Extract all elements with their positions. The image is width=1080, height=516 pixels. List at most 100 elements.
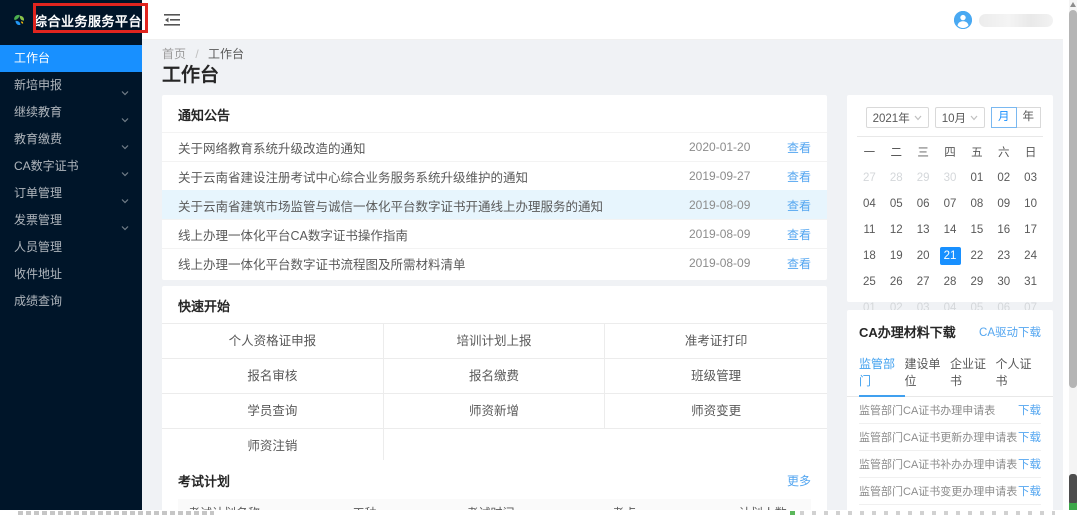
ca-tab-0[interactable]: 监管部门 <box>859 351 905 396</box>
calendar-day-number: 10 <box>1020 195 1041 213</box>
sidebar-item-5[interactable]: 订单管理 <box>0 180 142 207</box>
notice-view-link[interactable]: 查看 <box>781 139 811 156</box>
calendar-day[interactable]: 04 <box>856 191 883 217</box>
scrollbar-thumb[interactable] <box>1069 10 1077 388</box>
sidebar-item-1[interactable]: 新培申报 <box>0 72 142 99</box>
calendar-mode-toggle: 月 年 <box>991 107 1041 128</box>
calendar-day-selected[interactable]: 21 <box>937 243 964 269</box>
notice-view-link[interactable]: 查看 <box>781 197 811 214</box>
calendar-day[interactable]: 28 <box>883 165 910 191</box>
illegible-text-smudge <box>18 511 214 515</box>
quick-start-item[interactable]: 报名缴费 <box>384 359 606 394</box>
menu-fold-icon[interactable] <box>164 13 180 27</box>
quick-start-item[interactable]: 个人资格证申报 <box>162 324 384 359</box>
calendar-day[interactable]: 30 <box>937 165 964 191</box>
calendar-day[interactable]: 29 <box>910 165 937 191</box>
calendar-day-number: 17 <box>1020 221 1041 239</box>
calendar-day-number: 20 <box>913 247 934 265</box>
calendar-day[interactable]: 11 <box>856 217 883 243</box>
calendar-day-number: 29 <box>966 273 987 291</box>
ca-download-link[interactable]: 下载 <box>1018 483 1041 499</box>
sidebar-item-label: 收件地址 <box>14 261 130 288</box>
calendar-day[interactable]: 26 <box>883 269 910 295</box>
calendar-day[interactable]: 29 <box>963 269 990 295</box>
sidebar-item-3[interactable]: 教育缴费 <box>0 126 142 153</box>
calendar-day[interactable]: 19 <box>883 243 910 269</box>
sidebar-item-6[interactable]: 发票管理 <box>0 207 142 234</box>
ca-tab-1[interactable]: 建设单位 <box>905 351 951 396</box>
quick-start-item[interactable]: 师资新增 <box>384 394 606 429</box>
calendar-day[interactable]: 12 <box>883 217 910 243</box>
calendar-day[interactable]: 20 <box>910 243 937 269</box>
calendar-day[interactable]: 07 <box>937 191 964 217</box>
calendar-day[interactable]: 10 <box>1017 191 1044 217</box>
scrollbar[interactable] <box>1069 0 1077 516</box>
calendar-mode-month-button[interactable]: 月 <box>991 107 1017 128</box>
calendar-day[interactable]: 01 <box>963 165 990 191</box>
calendar-day[interactable]: 24 <box>1017 243 1044 269</box>
calendar-day[interactable]: 28 <box>937 269 964 295</box>
calendar-day[interactable]: 23 <box>990 243 1017 269</box>
ca-tabs: 监管部门建设单位企业证书个人证书 <box>847 351 1053 397</box>
logo-icon <box>12 10 26 30</box>
notice-title: 线上办理一体化平台数字证书流程图及所需材料清单 <box>178 254 689 273</box>
ca-download-link[interactable]: 下载 <box>1018 456 1041 472</box>
calendar-day[interactable]: 27 <box>856 165 883 191</box>
ca-driver-download-link[interactable]: CA驱动下载 <box>979 324 1041 340</box>
calendar-day-number: 27 <box>859 169 880 187</box>
quick-start-item[interactable]: 师资变更 <box>605 394 827 429</box>
ca-tab-3[interactable]: 个人证书 <box>996 351 1042 396</box>
calendar-day[interactable]: 09 <box>990 191 1017 217</box>
calendar-day[interactable]: 17 <box>1017 217 1044 243</box>
quick-start-item[interactable]: 师资注销 <box>162 429 384 464</box>
sidebar-item-7[interactable]: 人员管理 <box>0 234 142 261</box>
calendar-day[interactable]: 14 <box>937 217 964 243</box>
calendar-day-number: 30 <box>993 273 1014 291</box>
quick-start-item[interactable]: 准考证打印 <box>605 324 827 359</box>
quick-start-item[interactable]: 班级管理 <box>605 359 827 394</box>
calendar-day[interactable]: 25 <box>856 269 883 295</box>
calendar-day[interactable]: 22 <box>963 243 990 269</box>
calendar-day-number: 25 <box>859 273 880 291</box>
calendar-day[interactable]: 16 <box>990 217 1017 243</box>
notice-date: 2019-08-09 <box>689 227 781 241</box>
quick-start-item[interactable]: 学员查询 <box>162 394 384 429</box>
calendar-day[interactable]: 03 <box>1017 165 1044 191</box>
ca-item-name: 监管部门CA证书变更办理申请表 <box>859 483 1018 499</box>
ca-download-link[interactable]: 下载 <box>1018 402 1041 418</box>
user-avatar-icon[interactable] <box>954 11 972 29</box>
calendar-year-select[interactable]: 2021年 <box>866 107 929 128</box>
quick-start-item[interactable]: 培训计划上报 <box>384 324 606 359</box>
sidebar-item-8[interactable]: 收件地址 <box>0 261 142 288</box>
breadcrumb-home[interactable]: 首页 <box>162 47 186 61</box>
exam-plan-more-link[interactable]: 更多 <box>787 472 811 489</box>
calendar-mode-year-button[interactable]: 年 <box>1016 107 1042 128</box>
calendar-day[interactable]: 05 <box>883 191 910 217</box>
quick-start-item[interactable]: 报名审核 <box>162 359 384 394</box>
notice-date: 2019-08-09 <box>689 198 781 212</box>
calendar-day[interactable]: 15 <box>963 217 990 243</box>
sidebar-item-0[interactable]: 工作台 <box>0 45 142 72</box>
sidebar-item-9[interactable]: 成绩查询 <box>0 288 142 315</box>
ca-tab-2[interactable]: 企业证书 <box>950 351 996 396</box>
calendar-day[interactable]: 18 <box>856 243 883 269</box>
scrollbar-up-arrow-icon[interactable] <box>1070 2 1076 7</box>
sidebar-item-4[interactable]: CA数字证书 <box>0 153 142 180</box>
ca-download-link[interactable]: 下载 <box>1018 429 1041 445</box>
calendar-day[interactable]: 31 <box>1017 269 1044 295</box>
sidebar-item-label: 工作台 <box>14 45 130 72</box>
notice-view-link[interactable]: 查看 <box>781 168 811 185</box>
calendar-day[interactable]: 06 <box>910 191 937 217</box>
notice-view-link[interactable]: 查看 <box>781 255 811 272</box>
calendar-day[interactable]: 02 <box>990 165 1017 191</box>
calendar-day[interactable]: 27 <box>910 269 937 295</box>
calendar-day[interactable]: 30 <box>990 269 1017 295</box>
calendar-month-select[interactable]: 10月 <box>935 107 985 128</box>
notice-view-link[interactable]: 查看 <box>781 226 811 243</box>
calendar-day-number: 16 <box>993 221 1014 239</box>
illegible-toolbar-smudge <box>800 511 1055 515</box>
calendar-day[interactable]: 08 <box>963 191 990 217</box>
sidebar-item-2[interactable]: 继续教育 <box>0 99 142 126</box>
notice-title: 线上办理一体化平台CA数字证书操作指南 <box>178 225 689 244</box>
calendar-day[interactable]: 13 <box>910 217 937 243</box>
